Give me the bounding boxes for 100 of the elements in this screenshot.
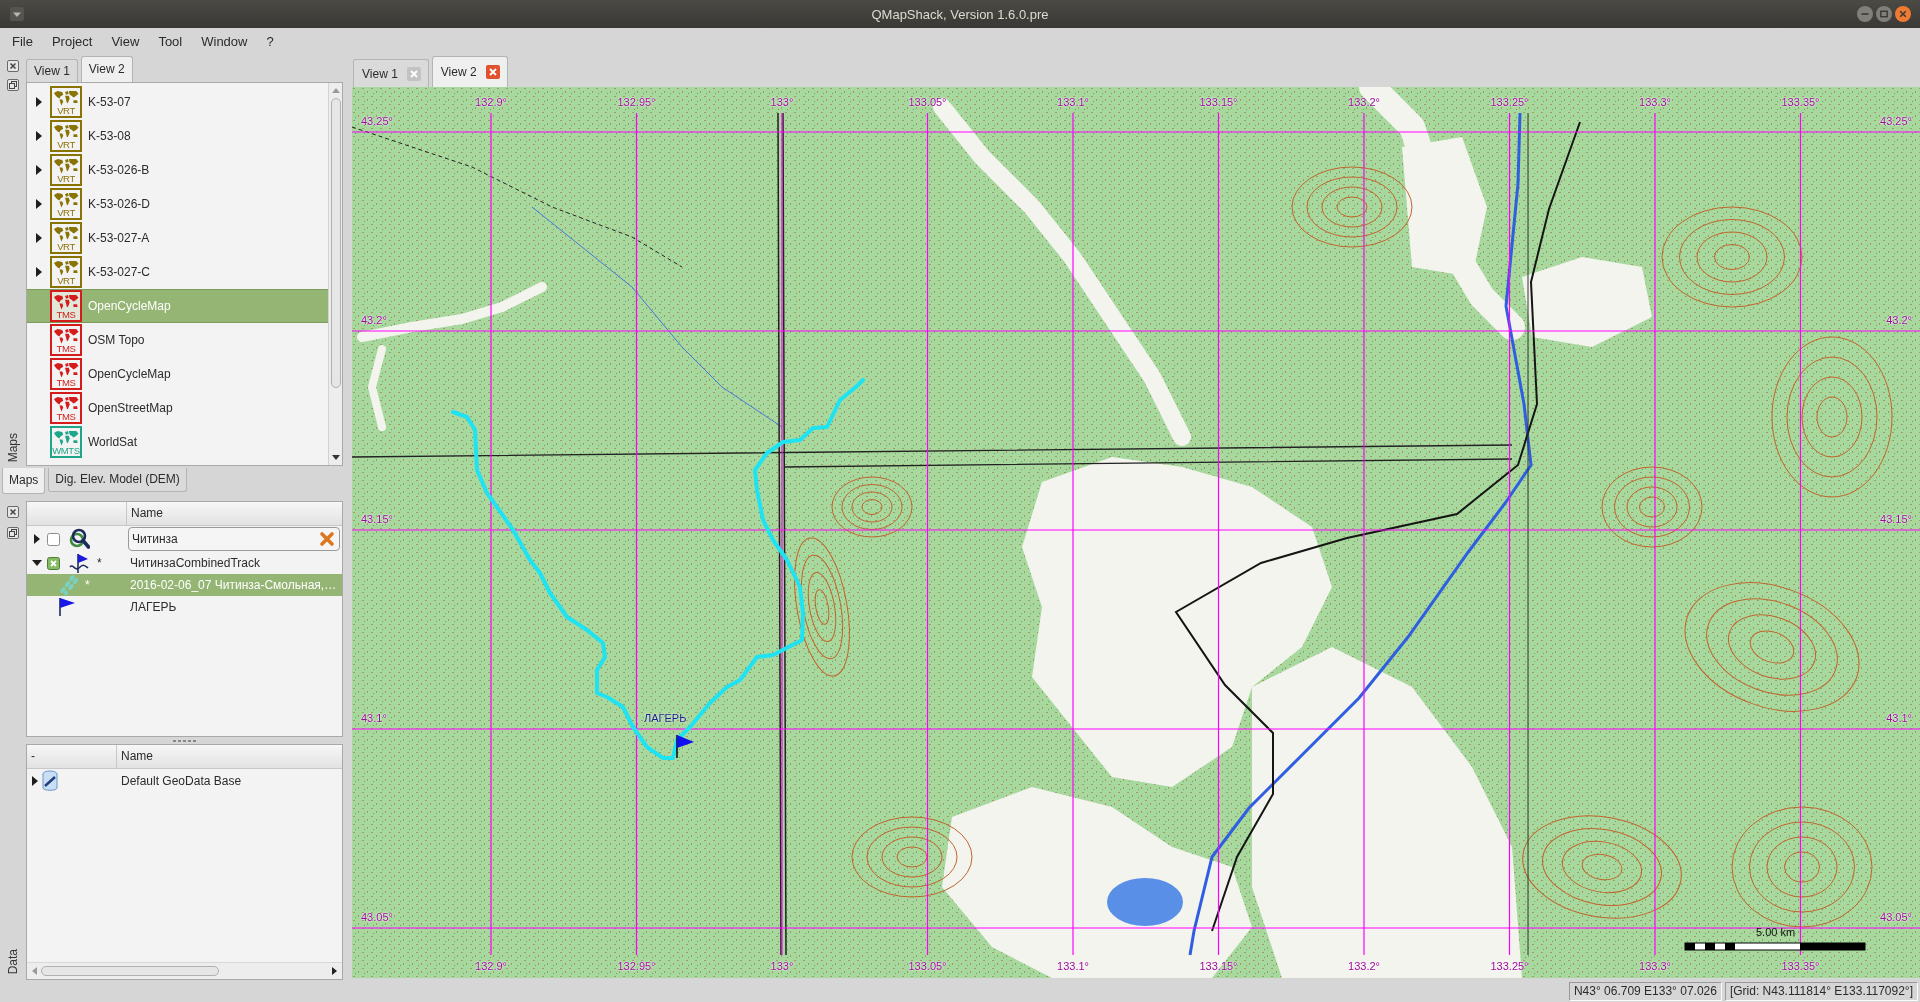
waypoint-flag-icon[interactable] (676, 734, 694, 759)
minimize-icon[interactable] (1857, 6, 1873, 22)
track-line[interactable] (451, 378, 865, 760)
map-list-item[interactable]: WMTS WorldSat (27, 425, 328, 459)
checkbox[interactable] (47, 532, 60, 546)
tree-item[interactable]: * ЧитинзаCombinedTrack (27, 552, 342, 574)
grid-label: 43.25° (361, 115, 393, 128)
grid-label: 133.25° (1490, 96, 1529, 109)
tab[interactable]: View 1 (26, 59, 78, 82)
column-header[interactable]: Name (127, 502, 163, 525)
grid-label: 133.15° (1199, 960, 1238, 973)
world-map-icon (53, 328, 79, 344)
close-icon[interactable] (1895, 6, 1911, 22)
caret-right-icon[interactable] (36, 131, 42, 141)
two-squares-icon[interactable] (7, 79, 19, 91)
scroll-down-icon[interactable] (331, 455, 340, 460)
grid-label: 43.2° (1886, 314, 1912, 327)
caret-right-icon[interactable] (36, 199, 42, 209)
grid-label: 133.2° (1348, 96, 1380, 109)
column-header[interactable]: - (27, 745, 117, 768)
map-list-item[interactable]: VRT K-53-026-D (27, 187, 328, 221)
map-list-item[interactable]: TMS OpenCycleMap (27, 357, 328, 391)
column-header[interactable]: Name (117, 745, 153, 768)
modified-mark: * (97, 556, 102, 570)
map-list-item[interactable]: VRT K-53-027-C (27, 255, 328, 289)
caret-right-icon[interactable] (36, 267, 42, 277)
world-map-icon (53, 430, 79, 446)
caret-right-icon[interactable] (32, 776, 38, 786)
map-list-item[interactable]: VRT K-53-08 (27, 119, 328, 153)
menu-item[interactable]: Tool (154, 33, 187, 49)
world-map-icon (53, 90, 79, 106)
caret-right-icon[interactable] (36, 165, 42, 175)
tab[interactable]: Maps (2, 468, 46, 494)
menu-item[interactable]: View (107, 33, 144, 49)
scrollbar-thumb[interactable] (330, 98, 341, 388)
map-list-item[interactable]: VRT K-53-07 (27, 85, 328, 119)
menu-item[interactable]: ? (262, 33, 278, 49)
grid-label: 132.9° (475, 960, 507, 973)
two-squares-icon[interactable] (7, 527, 19, 539)
map-type-label: VRT (57, 276, 75, 286)
close-icon[interactable] (485, 65, 500, 79)
world-map-icon (53, 294, 79, 310)
map-type-label: VRT (57, 174, 75, 184)
vertical-scrollbar[interactable] (328, 83, 342, 465)
world-map-icon (53, 226, 79, 242)
world-map-icon (53, 124, 79, 140)
tab[interactable]: Dig. Elev. Model (DEM) (48, 468, 187, 492)
grid-label: 133° (770, 960, 794, 973)
tab[interactable]: View 2 (80, 56, 133, 82)
menu-item[interactable]: File (8, 33, 37, 49)
map-list-item[interactable]: TMS OpenCycleMap (27, 289, 328, 323)
tree-item[interactable]: ЛАГЕРЬ (27, 596, 342, 618)
dock-title: Data (6, 948, 20, 974)
maximize-icon[interactable] (1876, 6, 1892, 22)
close-icon[interactable] (7, 506, 19, 518)
grid-label: 133.35° (1781, 960, 1820, 973)
grid-label: 132.95° (617, 960, 656, 973)
grid-label: 43.1° (1886, 712, 1912, 725)
scroll-left-icon[interactable] (32, 967, 37, 975)
caret-right-icon[interactable] (36, 97, 42, 107)
close-icon[interactable] (7, 60, 19, 72)
tab[interactable]: View 1 (353, 59, 429, 87)
scroll-up-icon[interactable] (331, 88, 340, 93)
map-list-item[interactable]: TMS OpenStreetMap (27, 391, 328, 425)
magnifier-icon (68, 528, 90, 550)
grid-label: 133.1° (1057, 96, 1089, 109)
cursor-coordinates: N43° 06.709 E133° 07.026 (1568, 981, 1722, 1001)
map-list-item[interactable]: TMS OSM Topo (27, 323, 328, 357)
name-input-field[interactable]: Читинза (128, 527, 340, 551)
menu-item[interactable]: Window (197, 33, 252, 49)
scrollbar-thumb[interactable] (41, 966, 219, 976)
grid-label: 43.15° (361, 513, 393, 526)
clear-icon[interactable] (319, 531, 335, 547)
tree-item[interactable]: Читинза (27, 526, 342, 552)
horizontal-scrollbar[interactable] (27, 962, 342, 979)
checkbox[interactable] (47, 556, 60, 570)
menu-item[interactable]: Project (47, 33, 97, 49)
tab[interactable]: View 2 (431, 56, 508, 87)
scale-label: 5.00 km (1756, 926, 1796, 939)
world-map-icon (53, 260, 79, 276)
world-map-icon (53, 158, 79, 174)
grid-label: 133.3° (1639, 96, 1671, 109)
map-list-item[interactable]: VRT K-53-026-B (27, 153, 328, 187)
map-type-label: TMS (56, 310, 76, 320)
map-type-label: TMS (56, 412, 76, 422)
grid-coordinates: [Grid: N43.111814° E133.117092°] (1724, 981, 1918, 1001)
flag-track-icon (68, 552, 90, 574)
grid-label: 43.15° (1880, 513, 1912, 526)
tree-item[interactable]: Default GeoData Base (27, 769, 342, 793)
grid-label: 43.05° (1880, 911, 1912, 924)
map-type-label: WMTS (52, 446, 80, 456)
grid-label: 43.05° (361, 911, 393, 924)
caret-right-icon[interactable] (36, 233, 42, 243)
map-list-item[interactable]: VRT K-53-027-A (27, 221, 328, 255)
caret-down-icon[interactable] (32, 560, 42, 566)
window-title: QMapShack, Version 1.6.0.pre (871, 6, 1049, 22)
scroll-right-icon[interactable] (332, 967, 337, 975)
splitter-handle[interactable] (172, 739, 197, 742)
caret-right-icon[interactable] (34, 534, 40, 544)
map-type-label: VRT (57, 140, 75, 150)
